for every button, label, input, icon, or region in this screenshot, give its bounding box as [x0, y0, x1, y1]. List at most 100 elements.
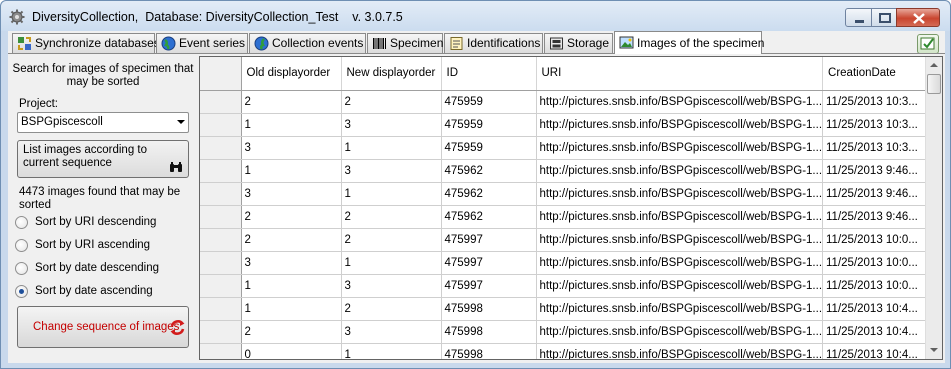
cell-old-displayorder[interactable]: 3: [241, 136, 342, 160]
row-header[interactable]: [200, 182, 242, 206]
cell-new-displayorder[interactable]: 2: [341, 228, 442, 252]
cell-new-displayorder[interactable]: 1: [341, 182, 442, 206]
cell-uri[interactable]: http://pictures.snsb.info/BSPGpiscescoll…: [536, 297, 824, 321]
cell-uri[interactable]: http://pictures.snsb.info/BSPGpiscescoll…: [536, 274, 824, 298]
cell-id[interactable]: 475959: [441, 113, 537, 137]
cell-creation-date[interactable]: 11/25/2013 10:0...: [822, 251, 931, 275]
cell-new-displayorder[interactable]: 2: [341, 297, 442, 321]
cell-new-displayorder[interactable]: 2: [341, 205, 442, 229]
cell-uri[interactable]: http://pictures.snsb.info/BSPGpiscescoll…: [536, 343, 824, 359]
table-row[interactable]: 3 1 475962 http://pictures.snsb.info/BSPGpi…: [200, 182, 931, 206]
row-header[interactable]: [200, 136, 242, 160]
table-row[interactable]: 3 1 475959 http://pictures.snsb.info/BSPGpi…: [200, 136, 931, 160]
cell-id[interactable]: 475962: [441, 159, 537, 183]
cell-old-displayorder[interactable]: 3: [241, 251, 342, 275]
cell-id[interactable]: 475959: [441, 90, 537, 114]
cell-new-displayorder[interactable]: 1: [341, 343, 442, 359]
table-row[interactable]: 0 1 475998 http://pictures.snsb.info/BSPGpi…: [200, 343, 931, 359]
feedback-button[interactable]: [917, 34, 939, 54]
cell-new-displayorder[interactable]: 2: [341, 90, 442, 114]
cell-creation-date[interactable]: 11/25/2013 9:46...: [822, 205, 931, 229]
row-header[interactable]: [200, 205, 242, 229]
row-header[interactable]: [200, 228, 242, 252]
table-row[interactable]: 2 2 475997 http://pictures.snsb.info/BSPGpi…: [200, 228, 931, 252]
table-row[interactable]: 3 1 475997 http://pictures.snsb.info/BSPGpi…: [200, 251, 931, 275]
tab-images-of-the-specimen[interactable]: Images of the specimen: [614, 31, 764, 54]
scroll-down-button[interactable]: [926, 342, 942, 359]
cell-creation-date[interactable]: 11/25/2013 10:3...: [822, 136, 931, 160]
cell-id[interactable]: 475998: [441, 320, 537, 344]
cell-creation-date[interactable]: 11/25/2013 10:4...: [822, 320, 931, 344]
cell-old-displayorder[interactable]: 1: [241, 113, 342, 137]
scroll-up-button[interactable]: [926, 57, 942, 74]
table-row[interactable]: 1 3 475997 http://pictures.snsb.info/BSPGpi…: [200, 274, 931, 298]
cell-uri[interactable]: http://pictures.snsb.info/BSPGpiscescoll…: [536, 320, 824, 344]
cell-old-displayorder[interactable]: 2: [241, 320, 342, 344]
column-header-creation-date[interactable]: CreationDate: [822, 57, 931, 91]
cell-id[interactable]: 475962: [441, 205, 537, 229]
radio-button-checked[interactable]: [15, 285, 28, 298]
cell-old-displayorder[interactable]: 0: [241, 343, 342, 359]
cell-new-displayorder[interactable]: 3: [341, 320, 442, 344]
cell-id[interactable]: 475997: [441, 228, 537, 252]
cell-new-displayorder[interactable]: 1: [341, 251, 442, 275]
title-bar[interactable]: DiversityCollection, Database: Diversity…: [1, 1, 950, 31]
table-row[interactable]: 2 2 475962 http://pictures.snsb.info/BSPGpi…: [200, 205, 931, 229]
cell-id[interactable]: 475997: [441, 274, 537, 298]
cell-old-displayorder[interactable]: 2: [241, 205, 342, 229]
row-header[interactable]: [200, 343, 242, 359]
cell-creation-date[interactable]: 11/25/2013 10:4...: [822, 297, 931, 321]
tab-collection-events[interactable]: Collection events: [249, 33, 366, 53]
cell-new-displayorder[interactable]: 3: [341, 274, 442, 298]
row-header[interactable]: [200, 90, 242, 114]
row-header[interactable]: [200, 159, 242, 183]
cell-id[interactable]: 475998: [441, 297, 537, 321]
radio-button[interactable]: [15, 216, 28, 229]
cell-uri[interactable]: http://pictures.snsb.info/BSPGpiscescoll…: [536, 228, 824, 252]
cell-uri[interactable]: http://pictures.snsb.info/BSPGpiscescoll…: [536, 136, 824, 160]
change-sequence-button[interactable]: Change sequence of images: [17, 306, 189, 348]
minimize-button[interactable]: [845, 8, 872, 27]
table-row[interactable]: 2 2 475959 http://pictures.snsb.info/BSPGpi…: [200, 90, 931, 114]
cell-creation-date[interactable]: 11/25/2013 10:0...: [822, 274, 931, 298]
table-row[interactable]: 1 3 475959 http://pictures.snsb.info/BSPGpi…: [200, 113, 931, 137]
row-header[interactable]: [200, 113, 242, 137]
cell-id[interactable]: 475962: [441, 182, 537, 206]
cell-creation-date[interactable]: 11/25/2013 10:3...: [822, 113, 931, 137]
cell-creation-date[interactable]: 11/25/2013 9:46...: [822, 159, 931, 183]
radio-button[interactable]: [15, 262, 28, 275]
row-header[interactable]: [200, 320, 242, 344]
tab-event-series[interactable]: Event series: [156, 33, 248, 53]
cell-uri[interactable]: http://pictures.snsb.info/BSPGpiscescoll…: [536, 251, 824, 275]
cell-id[interactable]: 475959: [441, 136, 537, 160]
row-header[interactable]: [200, 251, 242, 275]
cell-creation-date[interactable]: 11/25/2013 10:0...: [822, 228, 931, 252]
cell-old-displayorder[interactable]: 3: [241, 182, 342, 206]
radio-button[interactable]: [15, 239, 28, 252]
cell-old-displayorder[interactable]: 1: [241, 159, 342, 183]
table-row[interactable]: 1 2 475998 http://pictures.snsb.info/BSPGpi…: [200, 297, 931, 321]
cell-old-displayorder[interactable]: 1: [241, 297, 342, 321]
vertical-scrollbar[interactable]: [925, 57, 942, 359]
cell-uri[interactable]: http://pictures.snsb.info/BSPGpiscescoll…: [536, 90, 824, 114]
cell-new-displayorder[interactable]: 3: [341, 159, 442, 183]
tab-specimen[interactable]: Specimen: [367, 33, 443, 53]
column-header-uri[interactable]: URI: [536, 57, 824, 91]
column-header-id[interactable]: ID: [441, 57, 537, 91]
cell-id[interactable]: 475998: [441, 343, 537, 359]
cell-uri[interactable]: http://pictures.snsb.info/BSPGpiscescoll…: [536, 159, 824, 183]
cell-creation-date[interactable]: 11/25/2013 9:46...: [822, 182, 931, 206]
scroll-thumb[interactable]: [927, 74, 941, 94]
cell-uri[interactable]: http://pictures.snsb.info/BSPGpiscescoll…: [536, 182, 824, 206]
table-row[interactable]: 2 3 475998 http://pictures.snsb.info/BSPGpi…: [200, 320, 931, 344]
tab-synchronize-databases[interactable]: Synchronize databases: [12, 33, 160, 53]
images-data-grid[interactable]: Old displayorder New displayorder ID URI…: [199, 56, 943, 360]
cell-creation-date[interactable]: 11/25/2013 10:4...: [822, 343, 931, 359]
cell-old-displayorder[interactable]: 1: [241, 274, 342, 298]
cell-uri[interactable]: http://pictures.snsb.info/BSPGpiscescoll…: [536, 205, 824, 229]
row-header[interactable]: [200, 274, 242, 298]
column-header-old-displayorder[interactable]: Old displayorder: [241, 57, 342, 91]
project-select[interactable]: BSPGpiscescoll: [17, 112, 189, 133]
maximize-button[interactable]: [871, 8, 897, 27]
list-images-button[interactable]: List images according to current sequenc…: [17, 140, 189, 178]
